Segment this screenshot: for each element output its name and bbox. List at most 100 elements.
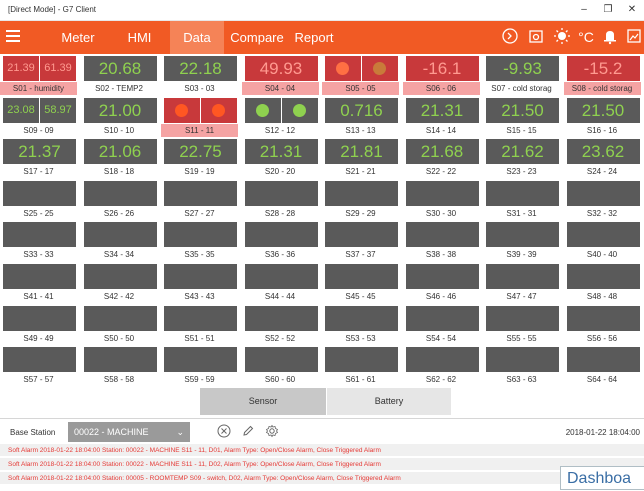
sensor-cell[interactable]: S27 - 27 xyxy=(161,179,238,221)
sensor-tile[interactable]: 21.31 xyxy=(405,97,479,123)
forward-circle-icon[interactable] xyxy=(500,27,520,47)
menu-hmi[interactable]: HMI xyxy=(112,21,167,54)
sensor-tile[interactable] xyxy=(164,305,237,331)
sensor-tile[interactable] xyxy=(325,222,398,248)
sensor-tile[interactable] xyxy=(405,305,479,331)
sensor-tile[interactable] xyxy=(83,347,157,373)
sensor-cell[interactable]: S41 - 41 xyxy=(0,262,77,304)
sensor-tile[interactable]: 21.39 61.39 xyxy=(3,56,76,81)
sensor-tile[interactable] xyxy=(405,180,479,206)
temperature-unit-icon[interactable]: °C xyxy=(576,27,596,47)
sensor-cell[interactable]: S39 - 39 xyxy=(483,220,560,262)
alarm-bell-icon[interactable] xyxy=(600,27,620,47)
sensor-cell[interactable]: S64 - 64 xyxy=(564,345,641,387)
sensor-cell[interactable]: S37 - 37 xyxy=(322,220,399,262)
sensor-tile[interactable] xyxy=(566,347,640,373)
sensor-cell[interactable]: S59 - 59 xyxy=(161,345,238,387)
sensor-cell[interactable]: S49 - 49 xyxy=(0,304,77,346)
sensor-tile[interactable]: 21.31 xyxy=(244,139,318,165)
sensor-tile[interactable]: -15.2 xyxy=(566,56,640,81)
hamburger-menu-icon[interactable] xyxy=(6,30,20,42)
sensor-cell[interactable]: 23.08 58.97 S09 - 09 xyxy=(0,96,77,138)
sensor-cell[interactable]: S40 - 40 xyxy=(564,220,641,262)
brightness-icon[interactable] xyxy=(552,27,572,47)
sensor-tile[interactable] xyxy=(3,180,76,206)
sensor-tile[interactable] xyxy=(83,222,157,248)
sensor-cell[interactable]: S54 - 54 xyxy=(403,304,480,346)
sensor-cell[interactable]: S61 - 61 xyxy=(322,345,399,387)
sensor-cell[interactable]: S51 - 51 xyxy=(161,304,238,346)
sensor-tile[interactable] xyxy=(3,264,76,289)
sensor-tile[interactable] xyxy=(244,305,318,331)
clear-circle-icon[interactable] xyxy=(216,424,232,440)
alarm-row[interactable]: Soft Alarm 2018-01-22 18:04:00 Station: … xyxy=(0,458,644,471)
sensor-cell[interactable]: S32 - 32 xyxy=(564,179,641,221)
sensor-cell[interactable]: 21.06 S18 - 18 xyxy=(81,137,158,179)
sensor-tile[interactable]: 20.68 xyxy=(83,56,157,81)
sensor-tile[interactable] xyxy=(325,347,398,373)
sensor-cell[interactable]: S57 - 57 xyxy=(0,345,77,387)
sensor-tile[interactable] xyxy=(405,222,479,248)
tab-sensor[interactable]: Sensor xyxy=(200,388,326,415)
sensor-tile[interactable] xyxy=(486,222,559,248)
settings-gear-icon[interactable] xyxy=(264,424,280,440)
sensor-cell[interactable]: 21.00 S10 - 10 xyxy=(81,96,158,138)
sensor-tile[interactable] xyxy=(3,347,76,373)
sensor-cell[interactable]: S62 - 62 xyxy=(403,345,480,387)
sensor-tile[interactable]: -16.1 xyxy=(405,56,479,81)
tab-battery[interactable]: Battery xyxy=(327,388,451,415)
sensor-tile[interactable]: 21.00 xyxy=(83,97,157,123)
sensor-tile[interactable] xyxy=(164,222,237,248)
sensor-tile[interactable]: 49.93 xyxy=(244,56,318,81)
sensor-cell[interactable]: S28 - 28 xyxy=(242,179,319,221)
sensor-tile[interactable] xyxy=(325,264,398,289)
sensor-tile[interactable] xyxy=(164,347,237,373)
sensor-tile[interactable] xyxy=(566,222,640,248)
sensor-cell[interactable]: 23.62 S24 - 24 xyxy=(564,137,641,179)
sensor-cell[interactable]: 21.81 S21 - 21 xyxy=(322,137,399,179)
sensor-tile[interactable] xyxy=(325,56,398,81)
sensor-tile[interactable] xyxy=(486,180,559,206)
sensor-cell[interactable]: 21.37 S17 - 17 xyxy=(0,137,77,179)
menu-data[interactable]: Data xyxy=(170,21,224,54)
sensor-tile[interactable] xyxy=(164,97,237,123)
sensor-tile[interactable]: 21.50 xyxy=(566,97,640,123)
sensor-cell[interactable]: S44 - 44 xyxy=(242,262,319,304)
sensor-cell[interactable]: S46 - 46 xyxy=(403,262,480,304)
sensor-tile[interactable]: 23.08 58.97 xyxy=(3,97,76,123)
sensor-tile[interactable] xyxy=(566,305,640,331)
sensor-tile[interactable] xyxy=(405,347,479,373)
sensor-cell[interactable]: S50 - 50 xyxy=(81,304,158,346)
sensor-tile[interactable] xyxy=(486,347,559,373)
sensor-cell[interactable]: S52 - 52 xyxy=(242,304,319,346)
sensor-cell[interactable]: S45 - 45 xyxy=(322,262,399,304)
sensor-tile[interactable]: 21.62 xyxy=(486,139,559,165)
sensor-tile[interactable] xyxy=(164,180,237,206)
sensor-cell[interactable]: S26 - 26 xyxy=(81,179,158,221)
sensor-cell[interactable]: S05 - 05 xyxy=(322,54,399,96)
alarm-row[interactable]: Soft Alarm 2018-01-22 18:04:00 Station: … xyxy=(0,472,644,485)
sensor-tile[interactable] xyxy=(164,264,237,289)
sensor-tile[interactable] xyxy=(325,180,398,206)
menu-compare[interactable]: Compare xyxy=(226,21,288,54)
sensor-tile[interactable] xyxy=(83,305,157,331)
sensor-cell[interactable]: S36 - 36 xyxy=(242,220,319,262)
sensor-cell[interactable]: S25 - 25 xyxy=(0,179,77,221)
sensor-cell[interactable]: S47 - 47 xyxy=(483,262,560,304)
sensor-cell[interactable]: S53 - 53 xyxy=(322,304,399,346)
sensor-cell[interactable]: 21.62 S23 - 23 xyxy=(483,137,560,179)
sensor-tile[interactable] xyxy=(3,222,76,248)
sensor-cell[interactable]: S42 - 42 xyxy=(81,262,158,304)
sensor-cell[interactable]: S12 - 12 xyxy=(242,96,319,138)
sensor-cell[interactable]: 21.39 61.39 S01 - humidity xyxy=(0,54,77,96)
sensor-tile[interactable] xyxy=(83,264,157,289)
camera-icon[interactable] xyxy=(526,27,546,47)
sensor-tile[interactable] xyxy=(244,347,318,373)
sensor-tile[interactable]: -9.93 xyxy=(486,56,559,81)
sensor-cell[interactable]: -16.1 S06 - 06 xyxy=(402,54,480,96)
sensor-cell[interactable]: -15.2 S08 - cold storag xyxy=(563,54,641,96)
sensor-cell[interactable]: S55 - 55 xyxy=(483,304,560,346)
sensor-cell[interactable]: -9.93 S07 - cold storag xyxy=(483,54,560,96)
sensor-tile[interactable]: 21.06 xyxy=(83,139,157,165)
sensor-tile[interactable] xyxy=(486,305,559,331)
